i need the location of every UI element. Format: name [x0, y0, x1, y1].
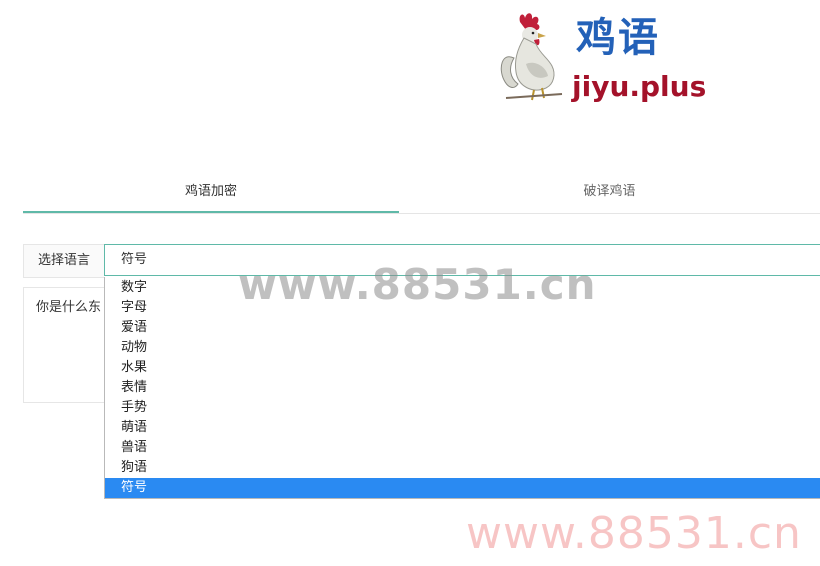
watermark-center: www.88531.cn: [238, 260, 597, 309]
language-dropdown-list: 数字 字母 爱语 动物 水果 表情 手势 萌语 兽语 狗语 符号: [104, 277, 820, 499]
tab-encrypt[interactable]: 鸡语加密: [23, 172, 399, 213]
language-option-animals[interactable]: 动物: [105, 338, 820, 358]
rooster-icon: [500, 13, 563, 101]
language-option-dog[interactable]: 狗语: [105, 458, 820, 478]
watermark-bottom: www.88531.cn: [466, 508, 802, 559]
tab-decrypt[interactable]: 破译鸡语: [399, 172, 820, 212]
language-label: 选择语言: [23, 244, 104, 278]
language-option-beast[interactable]: 兽语: [105, 438, 820, 458]
site-logo[interactable]: 鸡语 jiyu.plus: [496, 8, 706, 108]
language-option-love[interactable]: 爱语: [105, 318, 820, 338]
language-option-emoji[interactable]: 表情: [105, 378, 820, 398]
page: 鸡语 jiyu.plus 鸡语加密 破译鸡语 选择语言 符号 你是什么东 数字 …: [0, 0, 820, 566]
language-option-symbols[interactable]: 符号: [105, 478, 820, 498]
mode-tabs: 鸡语加密 破译鸡语: [23, 172, 820, 214]
language-option-fruits[interactable]: 水果: [105, 358, 820, 378]
language-option-cute[interactable]: 萌语: [105, 418, 820, 438]
logo-name: 鸡语: [576, 15, 660, 61]
logo-domain: jiyu.plus: [572, 70, 707, 103]
language-option-gestures[interactable]: 手势: [105, 398, 820, 418]
